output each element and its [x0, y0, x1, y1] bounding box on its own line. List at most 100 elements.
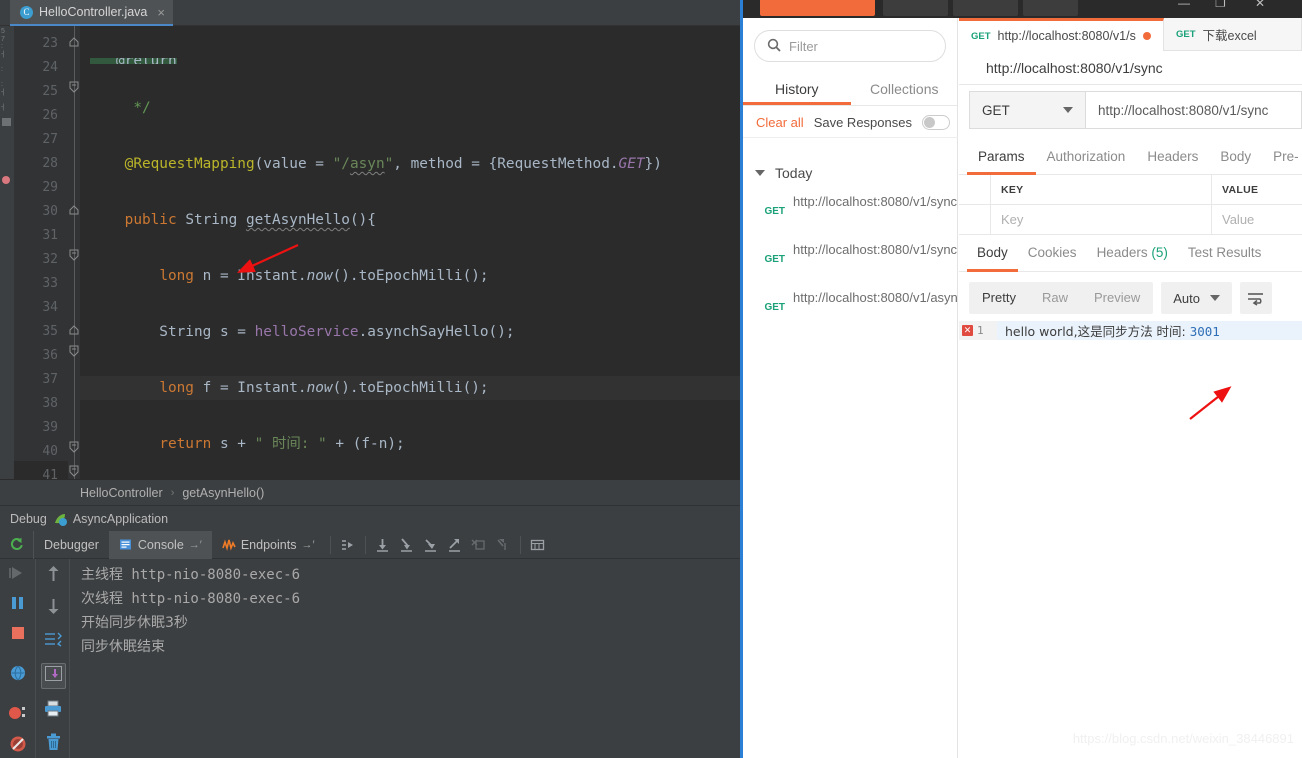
- step-out-icon[interactable]: [443, 534, 467, 556]
- fold-marker[interactable]: [68, 194, 80, 218]
- scroll-to-end-icon[interactable]: [40, 663, 66, 689]
- editor-tab-hellocontroller[interactable]: C HelloController.java ×: [10, 0, 173, 26]
- response-text-prefix: hello world,这是同步方法 时间:: [1005, 324, 1190, 339]
- history-item[interactable]: GET http://localhost:8080/v1/sync: [743, 236, 958, 284]
- request-tab-excel[interactable]: GET 下载excel: [1164, 18, 1302, 51]
- restab-test-results[interactable]: Test Results: [1178, 237, 1272, 272]
- evaluate-expression-icon[interactable]: [526, 534, 550, 556]
- restab-cookies[interactable]: Cookies: [1018, 237, 1087, 272]
- response-view-bar: Pretty Raw Preview Auto: [969, 282, 1272, 314]
- view-mode-preview[interactable]: Preview: [1081, 282, 1153, 314]
- view-breakpoints-icon[interactable]: [9, 664, 27, 687]
- search-input[interactable]: Filter: [754, 30, 946, 62]
- fold-marker[interactable]: [68, 338, 80, 362]
- resume-program-icon[interactable]: [8, 565, 27, 586]
- view-mode-pretty[interactable]: Pretty: [969, 282, 1029, 314]
- restab-body[interactable]: Body: [967, 237, 1018, 272]
- method-select[interactable]: GET: [969, 91, 1086, 129]
- search-icon: [767, 38, 781, 55]
- line-number: 25: [42, 84, 58, 99]
- word-wrap-button[interactable]: [1239, 282, 1272, 314]
- breadcrumb-method[interactable]: getAsynHello(): [182, 486, 264, 500]
- close-window-icon[interactable]: ✕: [1255, 0, 1265, 10]
- value-input[interactable]: Value: [1212, 205, 1302, 234]
- debug-label: Debug: [10, 511, 47, 526]
- code-line: public String getAsynHello(){: [90, 212, 376, 228]
- tab-console[interactable]: Console →′: [108, 530, 212, 559]
- history-method: GET: [764, 206, 785, 217]
- view-mode-raw[interactable]: Raw: [1029, 282, 1081, 314]
- titlebar-button-4[interactable]: [1023, 0, 1078, 16]
- line-number: 27: [42, 132, 58, 147]
- fold-marker[interactable]: [68, 74, 80, 98]
- subtab-authorization[interactable]: Authorization: [1036, 141, 1137, 175]
- restore-layout-icon[interactable]: [9, 735, 27, 758]
- titlebar-button-2[interactable]: [883, 0, 948, 16]
- history-item[interactable]: GET http://localhost:8080/v1/sync: [743, 188, 958, 236]
- tab-debugger[interactable]: Debugger: [34, 531, 109, 559]
- restab-headers[interactable]: Headers (5): [1087, 237, 1178, 272]
- chevron-down-icon[interactable]: [755, 170, 765, 176]
- mute-breakpoints-icon[interactable]: [8, 705, 28, 726]
- drop-frame-icon[interactable]: [467, 534, 491, 556]
- subtab-body[interactable]: Body: [1209, 141, 1262, 175]
- fold-marker[interactable]: [68, 26, 80, 50]
- line-number: 39: [42, 420, 58, 435]
- save-responses-toggle[interactable]: [921, 114, 950, 130]
- history-item[interactable]: GET http://localhost:8080/v1/asyn: [743, 284, 958, 332]
- titlebar-button-3[interactable]: [953, 0, 1018, 16]
- line-number: 40: [42, 444, 58, 459]
- soft-wrap-icon[interactable]: [44, 631, 62, 652]
- titlebar-button-primary[interactable]: [760, 0, 875, 16]
- step-over-icon[interactable]: [371, 534, 395, 556]
- scroll-up-icon[interactable]: [46, 565, 61, 587]
- run-to-cursor-icon[interactable]: [491, 534, 515, 556]
- console-icon: [119, 538, 133, 552]
- stop-icon[interactable]: [9, 625, 27, 646]
- error-marker-icon: ✕: [962, 325, 973, 336]
- key-input[interactable]: Key: [991, 205, 1212, 234]
- breadcrumb[interactable]: HelloController › getAsynHello(): [0, 479, 740, 505]
- clear-all-button[interactable]: Clear all: [756, 115, 804, 130]
- history-group-today[interactable]: Today: [743, 160, 958, 186]
- breadcrumb-class[interactable]: HelloController: [80, 486, 163, 500]
- maximize-icon[interactable]: ❐: [1215, 0, 1226, 10]
- search-placeholder: Filter: [789, 38, 818, 54]
- minimize-icon[interactable]: —: [1178, 0, 1190, 10]
- code-content[interactable]: @return */ @RequestMapping(value = "/asy…: [80, 26, 740, 479]
- scroll-down-icon[interactable]: [46, 598, 61, 620]
- subtab-params[interactable]: Params: [967, 141, 1036, 175]
- response-body[interactable]: ✕ 1 hello world,这是同步方法 时间: 3001: [959, 321, 1302, 351]
- print-icon[interactable]: [44, 700, 62, 722]
- tab-endpoints[interactable]: Endpoints →′: [212, 531, 325, 559]
- console-output[interactable]: 主线程 http-nio-8080-exec-6 次线程 http-nio-80…: [71, 559, 740, 758]
- tab-collections[interactable]: Collections: [851, 74, 959, 105]
- response-tabs: Body Cookies Headers (5) Test Results: [959, 237, 1302, 272]
- step-into-icon[interactable]: [395, 534, 419, 556]
- code-editor[interactable]: 2223242526272829303132333435363738394041…: [14, 26, 740, 479]
- fold-marker[interactable]: [68, 458, 80, 479]
- subtab-prerequest[interactable]: Pre-: [1262, 141, 1302, 175]
- rerun-icon[interactable]: [0, 530, 34, 559]
- force-step-into-icon[interactable]: [419, 534, 443, 556]
- tab-console-pin-icon[interactable]: →′: [189, 539, 202, 551]
- format-select[interactable]: Auto: [1161, 282, 1232, 314]
- show-execution-point-icon[interactable]: [336, 534, 360, 556]
- tab-history[interactable]: History: [743, 74, 851, 105]
- fold-marker[interactable]: [68, 242, 80, 266]
- url-input[interactable]: http://localhost:8080/v1/sync: [1086, 91, 1302, 129]
- table-row[interactable]: Key Value: [959, 205, 1302, 235]
- trash-icon[interactable]: [45, 733, 62, 756]
- column-header-value: VALUE: [1222, 183, 1259, 196]
- fold-marker[interactable]: [68, 434, 80, 458]
- request-tab-method: GET: [971, 30, 991, 42]
- close-icon[interactable]: ×: [157, 5, 165, 20]
- fold-marker[interactable]: [68, 314, 80, 338]
- view-mode-group: Pretty Raw Preview: [969, 282, 1154, 314]
- row-checkbox[interactable]: [959, 205, 991, 234]
- pause-program-icon[interactable]: [9, 595, 27, 616]
- editor-fold-column[interactable]: [68, 26, 80, 479]
- subtab-headers[interactable]: Headers: [1136, 141, 1209, 175]
- tab-endpoints-pin-icon[interactable]: →′: [301, 539, 314, 551]
- request-tab-sync[interactable]: GET http://localhost:8080/v1/sync: [959, 18, 1164, 51]
